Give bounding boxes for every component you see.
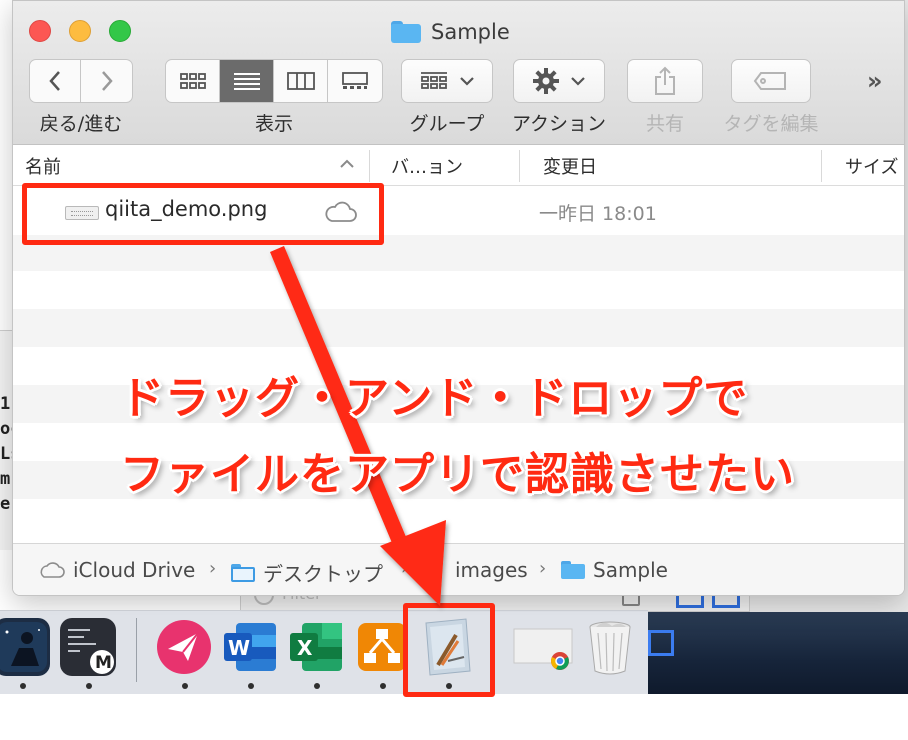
annotation-line-2: ファイルをアプリで認識させたい [120,449,795,500]
annotation-line-1: ドラッグ・アンド・ドロップで [120,373,749,424]
screenshot-stage: 1: oc Ls m e Filter Sample [0,0,908,740]
